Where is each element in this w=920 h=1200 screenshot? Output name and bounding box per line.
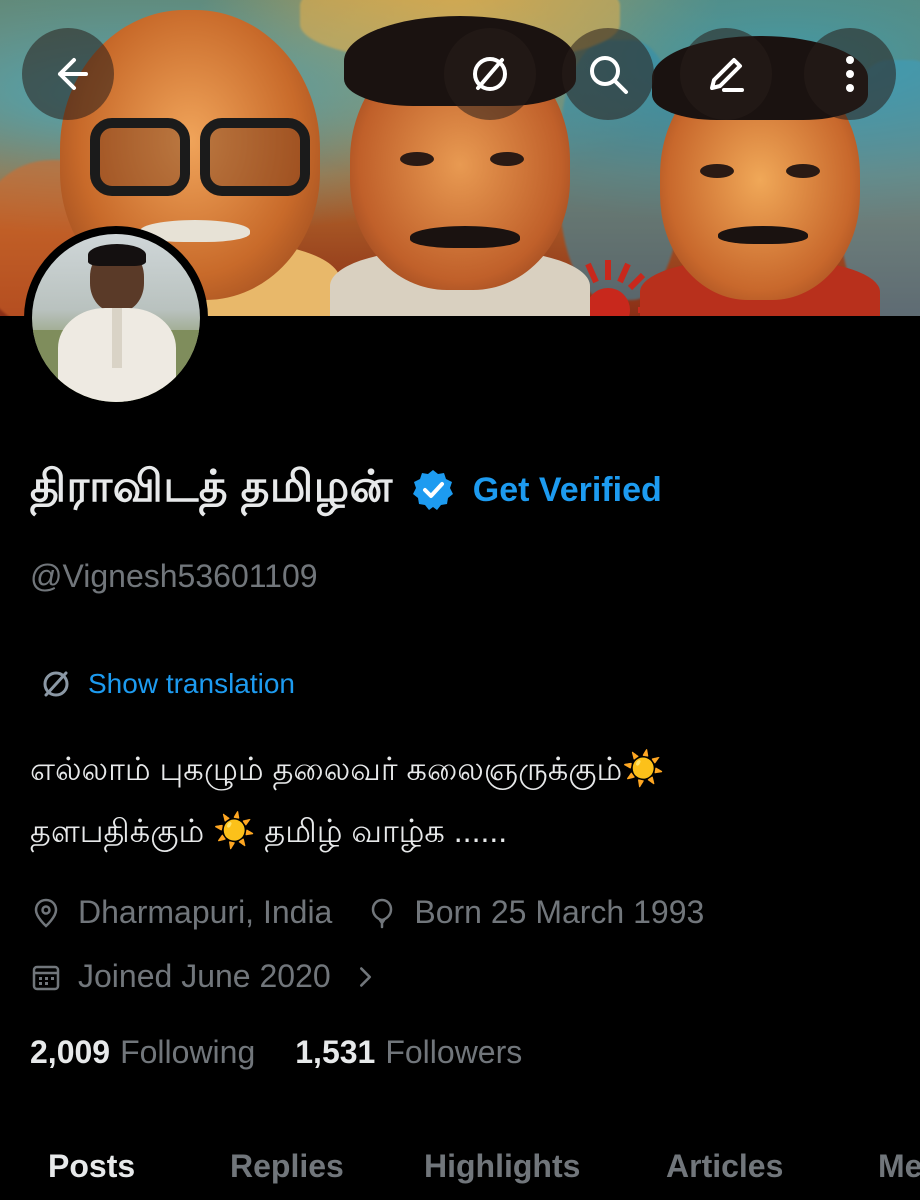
- location-pin-icon: [34, 898, 58, 928]
- tab-articles[interactable]: Articles: [666, 1148, 783, 1185]
- figure-right-eye: [786, 164, 820, 178]
- verified-badge-icon[interactable]: [411, 468, 455, 512]
- tab-highlights[interactable]: Highlights: [424, 1148, 580, 1185]
- tab-replies[interactable]: Replies: [230, 1148, 344, 1185]
- figure-center-mustache: [410, 226, 520, 248]
- profile-meta-row: Dharmapuri, India Born 25 March 1993: [30, 894, 704, 931]
- glasses-left-lens: [90, 118, 190, 196]
- bio-text: எல்லாம் புகழும் தலைவர் கலைஞருக்கும்: [30, 751, 623, 787]
- profile-page: திராவிடத் தமிழன் Get Verified @Vignesh53…: [0, 0, 920, 1200]
- profile-location: Dharmapuri, India: [78, 894, 333, 930]
- show-translation-button[interactable]: Show translation: [38, 666, 295, 702]
- bio-text: தமிழ் வாழ்க ......: [264, 813, 508, 849]
- more-button[interactable]: [804, 28, 896, 120]
- arrow-left-icon: [58, 58, 88, 90]
- figure-right-mustache: [718, 226, 808, 244]
- display-name: திராவிடத் தமிழன்: [30, 462, 393, 511]
- edit-icon: [710, 58, 744, 92]
- avatar-shirt-placket: [112, 308, 122, 368]
- profile-joined-date: Joined June 2020: [78, 958, 331, 994]
- sun-emoji: ☀️: [622, 750, 665, 788]
- bio-line: தளபதிக்கும் ☀️ தமிழ் வாழ்க ......: [30, 800, 890, 862]
- chevron-right-icon: [359, 966, 371, 987]
- search-icon: [590, 56, 628, 94]
- avatar-hair: [88, 244, 146, 266]
- more-vertical-icon: [846, 56, 854, 92]
- figure-right-eye: [700, 164, 734, 178]
- avatar[interactable]: [24, 226, 208, 410]
- profile-handle: @Vignesh53601109: [30, 558, 318, 594]
- tab-posts[interactable]: Posts: [48, 1148, 135, 1185]
- profile-birthday: Born 25 March 1993: [414, 894, 705, 930]
- followers-count: 1,531: [295, 1034, 376, 1070]
- bio-line: எல்லாம் புகழும் தலைவர் கலைஞருக்கும்☀️: [30, 738, 890, 800]
- balloon-icon: [372, 898, 393, 928]
- figure-center-eye: [490, 152, 524, 166]
- bio-text: தளபதிக்கும்: [30, 813, 205, 849]
- profile-name-row: திராவிடத் தமிழன் Get Verified: [30, 458, 662, 522]
- edit-button[interactable]: [680, 28, 772, 120]
- following-link[interactable]: 2,009 Following: [30, 1034, 255, 1071]
- translate-icon: [473, 57, 507, 91]
- search-button[interactable]: [562, 28, 654, 120]
- figure-center-eye: [400, 152, 434, 166]
- sun-emoji: ☀️: [213, 812, 256, 850]
- followers-label: Followers: [385, 1034, 523, 1070]
- followers-link[interactable]: 1,531 Followers: [295, 1034, 522, 1071]
- profile-tabs: Posts Replies Highlights Articles Media: [0, 1140, 920, 1200]
- glasses-right-lens: [200, 118, 310, 196]
- following-label: Following: [120, 1034, 256, 1070]
- profile-joined-row[interactable]: Joined June 2020: [30, 958, 381, 995]
- tab-media[interactable]: Media: [878, 1148, 920, 1185]
- profile-stats: 2,009 Following 1,531 Followers: [30, 1034, 522, 1071]
- get-verified-link[interactable]: Get Verified: [473, 471, 662, 510]
- show-translation-label: Show translation: [88, 668, 296, 699]
- translate-button[interactable]: [444, 28, 536, 120]
- calendar-icon: [32, 965, 60, 990]
- following-count: 2,009: [30, 1034, 111, 1070]
- translate-icon: [43, 671, 69, 697]
- back-button[interactable]: [22, 28, 114, 120]
- avatar-photo: [32, 234, 200, 402]
- profile-bio: எல்லாம் புகழும் தலைவர் கலைஞருக்கும்☀️ தள…: [30, 738, 890, 862]
